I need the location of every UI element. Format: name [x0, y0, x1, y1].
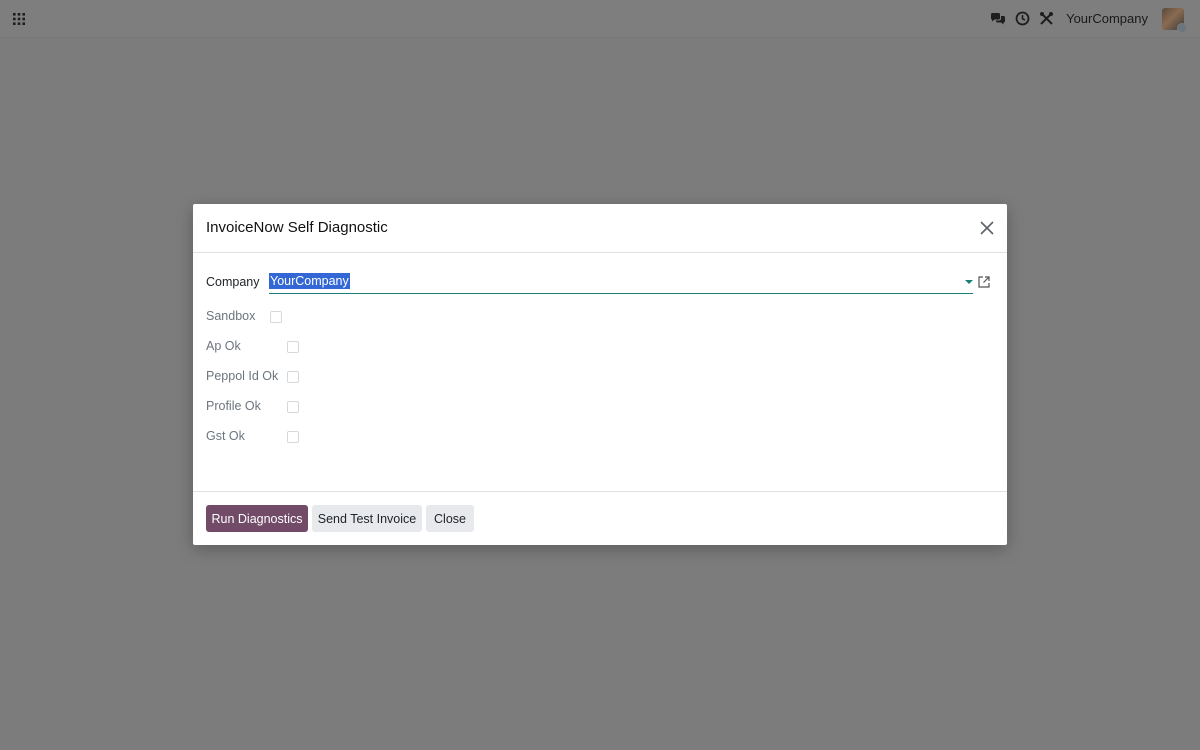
dropdown-caret-icon[interactable]	[965, 280, 973, 284]
sandbox-label: Sandbox	[206, 309, 256, 323]
ap-ok-row: Ap Ok	[206, 336, 241, 356]
activity-clock-icon[interactable]	[1010, 7, 1034, 31]
navbar-systray: YourCompany	[986, 0, 1200, 37]
profile-ok-checkbox[interactable]	[287, 401, 299, 413]
chat-icon[interactable]	[986, 7, 1010, 31]
top-navbar: YourCompany	[0, 0, 1200, 38]
dialog-footer: Run Diagnostics Send Test Invoice Close	[193, 491, 1007, 546]
company-switcher[interactable]: YourCompany	[1066, 11, 1148, 26]
dialog-header: InvoiceNow Self Diagnostic	[193, 204, 1007, 253]
self-diagnostic-dialog: InvoiceNow Self Diagnostic Company YourC…	[193, 204, 1007, 545]
dialog-title: InvoiceNow Self Diagnostic	[206, 219, 388, 236]
company-label: Company	[206, 275, 260, 289]
peppol-id-ok-row: Peppol Id Ok	[206, 366, 278, 386]
company-field[interactable]: YourCompany	[269, 272, 973, 294]
company-field-row: Company	[206, 272, 260, 292]
run-diagnostics-button[interactable]: Run Diagnostics	[206, 505, 308, 532]
peppol-id-ok-checkbox[interactable]	[287, 371, 299, 383]
apps-grid-icon[interactable]	[13, 13, 25, 25]
profile-ok-label: Profile Ok	[206, 399, 261, 413]
presence-status-icon	[1177, 22, 1187, 33]
sandbox-row: Sandbox	[206, 306, 255, 326]
debug-tools-icon[interactable]	[1034, 7, 1058, 31]
ap-ok-checkbox[interactable]	[287, 341, 299, 353]
sandbox-checkbox[interactable]	[270, 311, 282, 323]
ap-ok-label: Ap Ok	[206, 339, 241, 353]
profile-ok-row: Profile Ok	[206, 396, 261, 416]
dialog-body: Company YourCompany Sandbox Ap Ok Peppol…	[193, 253, 1007, 491]
user-avatar[interactable]	[1162, 7, 1187, 33]
gst-ok-label: Gst Ok	[206, 429, 245, 443]
peppol-id-ok-label: Peppol Id Ok	[206, 369, 279, 383]
gst-ok-checkbox[interactable]	[287, 431, 299, 443]
external-link-icon[interactable]	[977, 275, 991, 289]
company-field-value[interactable]: YourCompany	[269, 273, 350, 289]
close-icon[interactable]	[979, 220, 995, 236]
send-test-invoice-button[interactable]: Send Test Invoice	[312, 505, 422, 532]
gst-ok-row: Gst Ok	[206, 426, 245, 446]
close-button[interactable]: Close	[426, 505, 474, 532]
